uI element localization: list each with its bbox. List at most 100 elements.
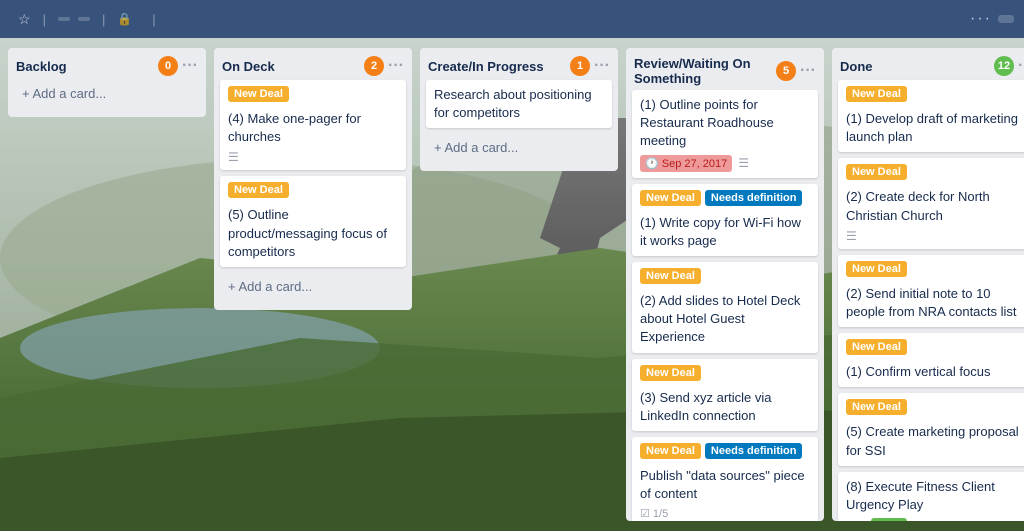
card-card-9[interactable]: New Deal (1) Develop draft of marketing l… — [838, 80, 1024, 152]
column-count-backlog: 0 — [158, 56, 178, 76]
card-card-1[interactable]: New Deal (4) Make one-pager for churches ☰ — [220, 80, 406, 170]
column-title-backlog: Backlog — [16, 59, 154, 74]
card-date: 🕐 Sep 27, 2017 — [640, 155, 732, 172]
card-labels-card-2: New Deal — [228, 182, 398, 202]
open-badge[interactable] — [58, 17, 70, 21]
card-label: New Deal — [640, 365, 701, 381]
card-label: Needs definition — [705, 190, 803, 206]
card-description-icon: ☰ — [846, 229, 857, 243]
column-menu-icon-create-in-progress[interactable]: ··· — [594, 57, 610, 75]
show-menu-button[interactable] — [998, 15, 1014, 23]
add-card-button-backlog[interactable]: + Add a card... — [14, 80, 200, 107]
column-header-review-waiting: Review/Waiting On Something5··· — [626, 48, 824, 90]
card-text: (8) Execute Fitness Client Urgency Play — [846, 478, 1024, 514]
card-text: (4) Make one-pager for churches — [228, 110, 398, 146]
card-label: New Deal — [640, 443, 701, 459]
card-text: (5) Outline product/messaging focus of c… — [228, 206, 398, 261]
column-done: Done 12 ··· New Deal (1) Develop draft of ma… — [832, 48, 1024, 521]
lock-icon: 🔒 — [117, 12, 132, 26]
header-more-dots[interactable]: ··· — [970, 10, 992, 28]
card-card-13[interactable]: New Deal(5) Create marketing proposal fo… — [838, 393, 1024, 465]
column-header-done: Done 12 ··· — [832, 48, 1024, 80]
card-card-14[interactable]: (8) Execute Fitness Client Urgency Play ☑… — [838, 472, 1024, 521]
card-text: (3) Send xyz article via LinkedIn connec… — [640, 389, 810, 425]
card-card-2[interactable]: New Deal (5) Outline product/messaging fo… — [220, 176, 406, 267]
column-body-review-waiting: (1) Outline points for Restaurant Roadho… — [626, 90, 824, 521]
add-card-button-on-deck[interactable]: + Add a card... — [220, 273, 406, 300]
card-labels-card-8: New DealNeeds definition — [640, 443, 810, 463]
card-labels-card-9: New Deal — [846, 86, 1024, 106]
card-text: Research about positioning for competito… — [434, 86, 604, 122]
card-count-badge: ☑ 1 — [846, 519, 865, 521]
card-label: New Deal — [640, 268, 701, 284]
column-menu-icon-done[interactable]: ··· — [1018, 57, 1024, 75]
card-card-5[interactable]: New DealNeeds definition (1) Write copy f… — [632, 184, 818, 256]
card-text: (2) Add slides to Hotel Deck about Hotel… — [640, 292, 810, 347]
column-body-backlog: + Add a card... — [8, 80, 206, 117]
column-title-review-waiting: Review/Waiting On Something — [634, 56, 772, 86]
column-create-in-progress: Create/In Progress 1··· Research about pos… — [420, 48, 618, 171]
column-title-on-deck: On Deck — [222, 59, 360, 74]
board: Backlog0···+ Add a card...On Deck2···New… — [0, 38, 1024, 531]
card-checklist-complete: ☑ 5/5 — [871, 518, 907, 521]
card-card-12[interactable]: New Deal (1) Confirm vertical focus — [838, 333, 1024, 387]
column-header-backlog: Backlog 0··· — [8, 48, 206, 80]
card-text: (1) Develop draft of marketing launch pl… — [846, 110, 1024, 146]
column-backlog: Backlog 0··· + Add a card... — [8, 48, 206, 117]
card-text: (1) Confirm vertical focus — [846, 363, 1024, 381]
column-count-review-waiting: 5 — [776, 61, 796, 81]
card-card-3[interactable]: Research about positioning for competito… — [426, 80, 612, 128]
card-footer-card-1: ☰ — [228, 150, 398, 164]
column-count-done: 12 — [994, 56, 1014, 76]
card-labels-card-5: New DealNeeds definition — [640, 190, 810, 210]
card-card-10[interactable]: New Deal (2) Create deck for North Christ… — [838, 158, 1024, 248]
card-labels-card-11: New Deal — [846, 261, 1024, 281]
card-text: (2) Create deck for North Christian Chur… — [846, 188, 1024, 224]
card-footer-card-4: 🕐 Sep 27, 2017 ☰ — [640, 155, 810, 172]
free-badge[interactable] — [78, 17, 90, 21]
header: ☆ | | 🔒 | ··· — [0, 0, 1024, 38]
card-label: New Deal — [228, 182, 289, 198]
column-body-done: New Deal (1) Develop draft of marketing l… — [832, 80, 1024, 521]
card-label: New Deal — [846, 339, 907, 355]
column-on-deck: On Deck 2··· New Deal (4) Make one-pager fo… — [214, 48, 412, 310]
column-menu-icon-on-deck[interactable]: ··· — [388, 57, 404, 75]
card-footer-card-8: ☑ 1/5 — [640, 507, 810, 520]
card-text: Publish "data sources" piece of content — [640, 467, 810, 503]
header-right: ··· — [970, 10, 1014, 28]
column-review-waiting: Review/Waiting On Something5··· (1) Outli… — [626, 48, 824, 521]
card-labels-card-6: New Deal — [640, 268, 810, 288]
card-label: New Deal — [640, 190, 701, 206]
card-text: (1) Write copy for Wi-Fi how it works pa… — [640, 214, 810, 250]
card-label: New Deal — [846, 164, 907, 180]
column-header-on-deck: On Deck 2··· — [214, 48, 412, 80]
card-card-4[interactable]: (1) Outline points for Restaurant Roadho… — [632, 90, 818, 178]
card-labels-card-7: New Deal — [640, 365, 810, 385]
card-card-6[interactable]: New Deal (2) Add slides to Hotel Deck abo… — [632, 262, 818, 353]
card-checklist: ☑ 1/5 — [640, 507, 668, 520]
card-description-icon: ☰ — [738, 156, 749, 170]
card-text: (1) Outline points for Restaurant Roadho… — [640, 96, 810, 151]
column-title-create-in-progress: Create/In Progress — [428, 59, 566, 74]
card-footer-card-14: ☑ 1 ☑ 5/5 — [846, 518, 1024, 521]
column-body-create-in-progress: Research about positioning for competito… — [420, 80, 618, 171]
card-label: New Deal — [228, 86, 289, 102]
card-label: New Deal — [846, 399, 907, 415]
column-menu-icon-backlog[interactable]: ··· — [182, 57, 198, 75]
card-card-7[interactable]: New Deal (3) Send xyz article via LinkedI… — [632, 359, 818, 431]
column-menu-icon-review-waiting[interactable]: ··· — [800, 62, 816, 80]
card-label: Needs definition — [705, 443, 803, 459]
column-count-create-in-progress: 1 — [570, 56, 590, 76]
column-title-done: Done — [840, 59, 990, 74]
card-labels-card-10: New Deal — [846, 164, 1024, 184]
add-card-button-create-in-progress[interactable]: + Add a card... — [426, 134, 612, 161]
card-description-icon: ☰ — [228, 150, 239, 164]
column-body-on-deck: New Deal (4) Make one-pager for churches ☰… — [214, 80, 412, 310]
card-card-8[interactable]: New DealNeeds definition Publish "data so… — [632, 437, 818, 521]
card-text: (2) Send initial note to 10 people from … — [846, 285, 1024, 321]
card-card-11[interactable]: New Deal (2) Send initial note to 10 peop… — [838, 255, 1024, 327]
star-icon[interactable]: ☆ — [18, 11, 31, 28]
card-footer-card-10: ☰ — [846, 229, 1024, 243]
column-count-on-deck: 2 — [364, 56, 384, 76]
column-header-create-in-progress: Create/In Progress 1··· — [420, 48, 618, 80]
